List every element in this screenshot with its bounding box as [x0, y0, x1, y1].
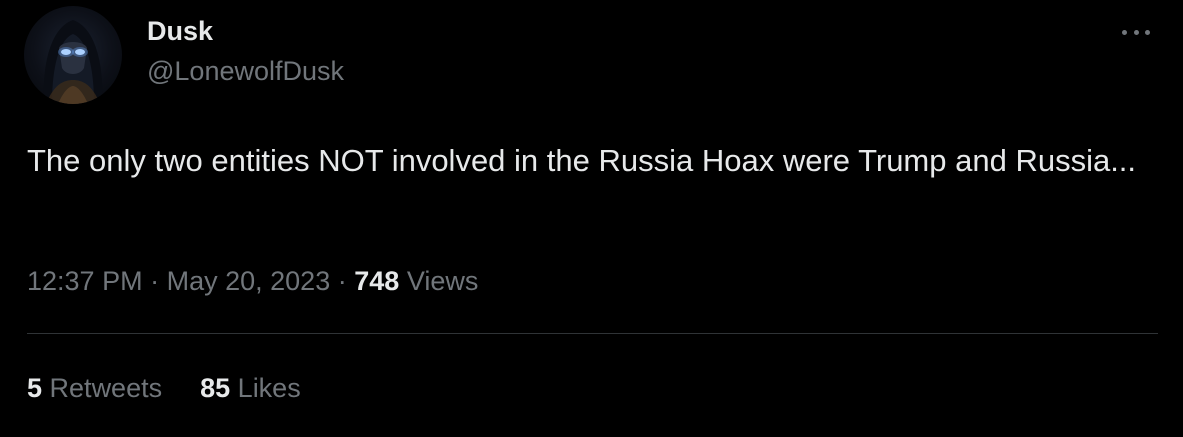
- meta-separator: ·: [337, 266, 347, 296]
- meta-separator: ·: [150, 266, 160, 296]
- retweets-count: 5: [27, 373, 43, 403]
- tweet-meta: 12:37 PM · May 20, 2023 · 748 Views: [27, 264, 478, 298]
- more-options-icon: [1145, 29, 1150, 35]
- avatar[interactable]: [24, 6, 122, 104]
- tweet: Dusk @LonewolfDusk The only two entities…: [0, 0, 1183, 437]
- retweets-label: Retweets: [49, 373, 163, 403]
- divider: [27, 333, 1158, 334]
- user-handle[interactable]: @LonewolfDusk: [147, 55, 344, 87]
- more-options-icon: [1122, 29, 1127, 35]
- retweets-stat[interactable]: 5 Retweets: [27, 371, 162, 405]
- more-options-icon: [1133, 29, 1139, 35]
- likes-count: 85: [200, 373, 231, 403]
- engagement-stats: 5 Retweets 85 Likes: [27, 371, 301, 405]
- views-count: 748: [354, 266, 400, 296]
- tweet-time[interactable]: 12:37 PM: [27, 266, 143, 296]
- views-label: Views: [406, 266, 479, 296]
- hooded-figure-avatar-icon: [43, 20, 103, 104]
- more-options-button[interactable]: [1118, 20, 1154, 44]
- likes-stat[interactable]: 85 Likes: [200, 371, 301, 405]
- display-name[interactable]: Dusk: [147, 15, 213, 47]
- tweet-date[interactable]: May 20, 2023: [167, 266, 331, 296]
- likes-label: Likes: [237, 373, 301, 403]
- tweet-text: The only two entities NOT involved in th…: [27, 143, 1137, 178]
